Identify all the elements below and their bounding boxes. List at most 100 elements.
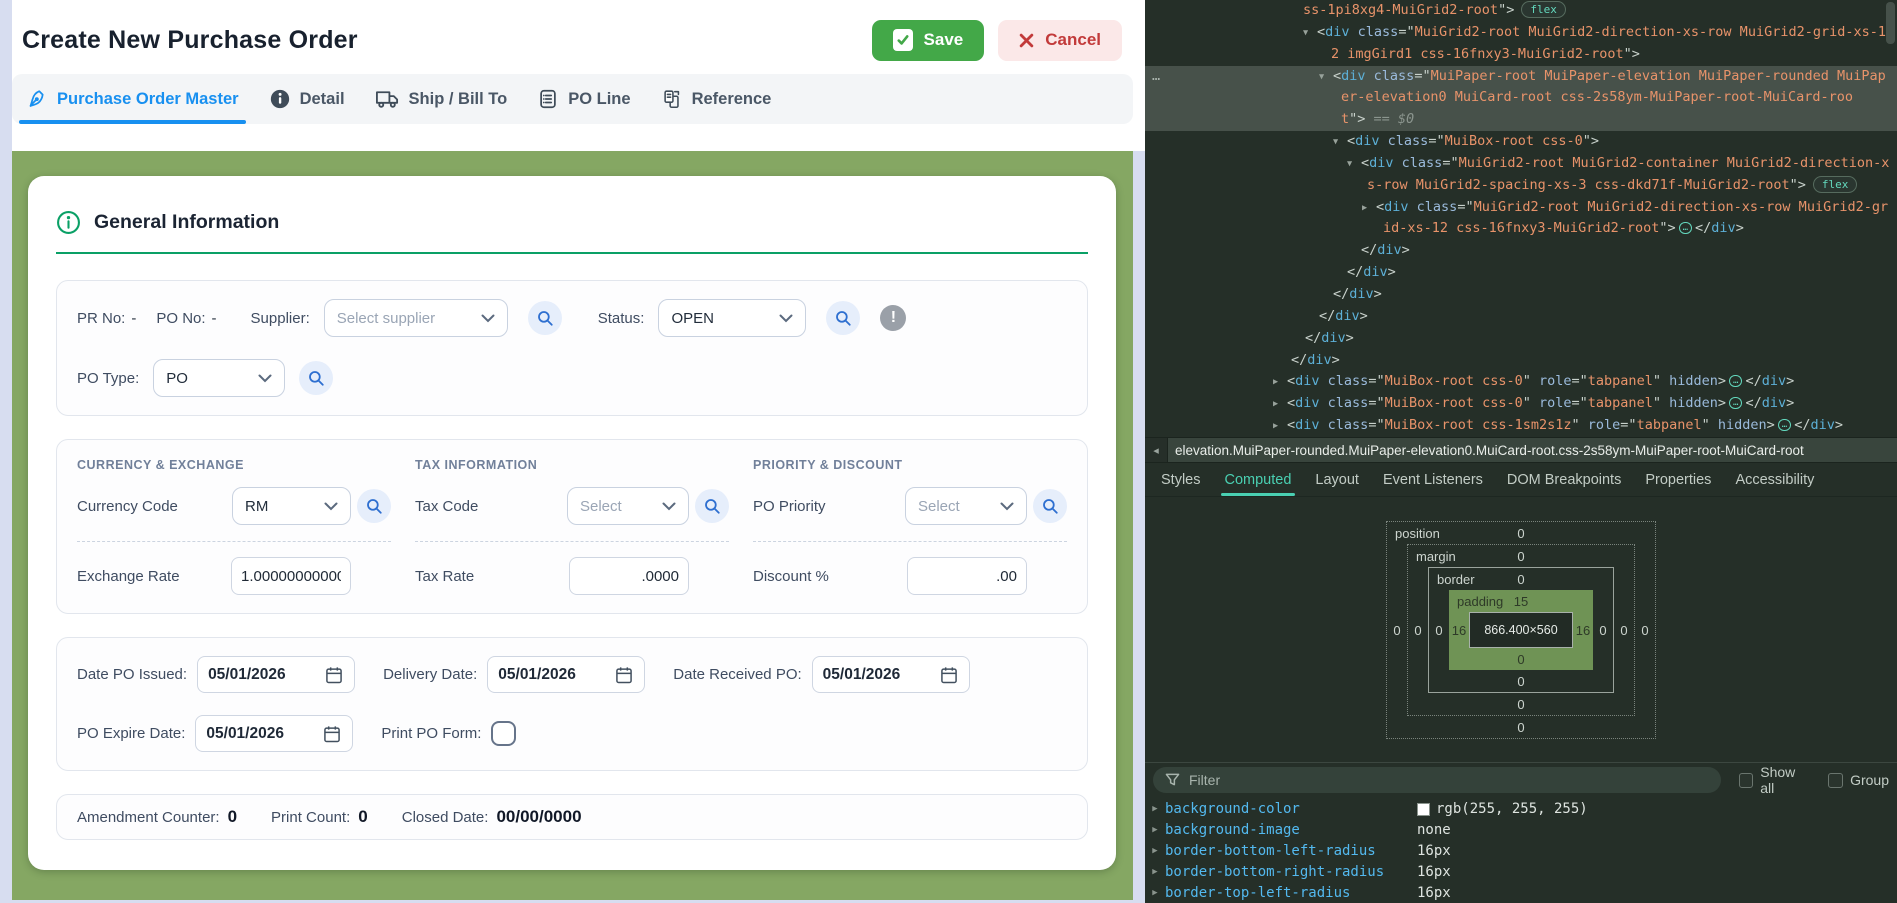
dom-tree-line[interactable]: </div>: [1145, 350, 1897, 372]
computed-property-row[interactable]: ▶border-bottom-left-radius16px: [1145, 841, 1897, 862]
dom-tree-line[interactable]: …▼<div class="MuiPaper-root MuiPaper-ele…: [1145, 66, 1897, 88]
dom-tree-line[interactable]: er-elevation0 MuiCard-root css-2s58ym-Mu…: [1145, 87, 1897, 109]
flex-badge[interactable]: flex: [1813, 176, 1858, 193]
expand-arrow-icon[interactable]: ▶: [1145, 825, 1165, 835]
collapse-arrow-icon[interactable]: ▼: [1347, 154, 1352, 176]
delivery-date-input[interactable]: 05/01/2026: [487, 656, 645, 693]
tab-detail[interactable]: Detail: [269, 74, 345, 124]
tab-purchase-order-master[interactable]: Purchase Order Master: [26, 74, 239, 124]
expand-ellipsis-button[interactable]: …: [1778, 419, 1791, 431]
status-select[interactable]: OPEN: [658, 299, 806, 337]
expand-arrow-icon[interactable]: ▶: [1273, 416, 1278, 437]
computed-property-row[interactable]: ▶background-colorrgb(255, 255, 255): [1145, 799, 1897, 820]
calendar-icon[interactable]: [939, 665, 959, 685]
dom-tree-line[interactable]: ▼<div class="MuiGrid2-root MuiGrid2-cont…: [1145, 153, 1897, 175]
tab-styles[interactable]: Styles: [1149, 463, 1213, 496]
date-received-po-input[interactable]: 05/01/2026: [812, 656, 970, 693]
save-button[interactable]: Save: [872, 20, 985, 61]
breadcrumb-scroll-left-button[interactable]: ◂: [1145, 438, 1168, 462]
tab-layout[interactable]: Layout: [1303, 463, 1371, 496]
supplier-search-button[interactable]: [528, 301, 562, 335]
supplier-select[interactable]: Select supplier: [324, 299, 508, 337]
exchange-rate-input[interactable]: [231, 557, 351, 595]
computed-property-row[interactable]: ▶border-top-left-radius16px: [1145, 882, 1897, 903]
expand-ellipsis-button[interactable]: …: [1729, 375, 1742, 387]
dom-tree-line[interactable]: ▶<div class="MuiBox-root css-1sm2s1z" ro…: [1145, 415, 1897, 437]
code-segment: ": [1572, 417, 1588, 433]
dom-tree-line[interactable]: t"> == $0: [1145, 109, 1897, 131]
code-segment: [1380, 133, 1388, 149]
expand-arrow-icon[interactable]: ▶: [1273, 372, 1278, 394]
collapse-arrow-icon[interactable]: ▼: [1303, 23, 1308, 45]
computed-property-row[interactable]: ▶background-imagenone: [1145, 820, 1897, 841]
dom-tree-line[interactable]: </div>: [1145, 306, 1897, 328]
tax-code-select[interactable]: Select: [567, 487, 689, 525]
expand-arrow-icon[interactable]: ▶: [1145, 846, 1165, 856]
tax-rate-input[interactable]: [569, 557, 689, 595]
box-model-padding[interactable]: padding15 16 866.400×560 16 0: [1449, 590, 1593, 670]
po-type-search-button[interactable]: [299, 361, 333, 395]
tab-event-listeners[interactable]: Event Listeners: [1371, 463, 1495, 496]
status-search-button[interactable]: [826, 301, 860, 335]
tab-accessibility[interactable]: Accessibility: [1723, 463, 1826, 496]
expand-arrow-icon[interactable]: ▶: [1273, 394, 1278, 416]
currency-code-select[interactable]: RM: [232, 487, 351, 525]
date-po-issued-input[interactable]: 05/01/2026: [197, 656, 355, 693]
dom-tree-line[interactable]: ss-1pi8xg4-MuiGrid2-root">flex: [1145, 0, 1897, 22]
dom-tree-line[interactable]: ▶<div class="MuiBox-root css-0" role="ta…: [1145, 371, 1897, 393]
dom-tree-line[interactable]: 2 imgGird1 css-16fnxy3-MuiGrid2-root">: [1145, 44, 1897, 66]
dom-tree-line[interactable]: ▼<div class="MuiGrid2-root MuiGrid2-dire…: [1145, 22, 1897, 44]
tab-dom-breakpoints[interactable]: DOM Breakpoints: [1495, 463, 1633, 496]
expand-ellipsis-button[interactable]: …: [1679, 222, 1692, 234]
dom-tree-line[interactable]: ▼<div class="MuiBox-root css-0">: [1145, 131, 1897, 153]
tab-ship-bill-to[interactable]: Ship / Bill To: [375, 74, 508, 124]
po-priority-search-button[interactable]: [1033, 489, 1067, 523]
box-model-content[interactable]: 866.400×560: [1469, 612, 1573, 648]
expand-arrow-icon[interactable]: ▶: [1145, 867, 1165, 877]
dom-tree-line[interactable]: </div>: [1145, 262, 1897, 284]
dom-tree-line[interactable]: </div>: [1145, 284, 1897, 306]
breadcrumb[interactable]: elevation.MuiPaper-rounded.MuiPaper-elev…: [1168, 443, 1804, 458]
code-segment: er-elevation0 MuiCard-root css-2s58ym-Mu…: [1341, 89, 1853, 105]
box-model-position[interactable]: position0 0 margin0 0 border0 0: [1386, 521, 1656, 739]
tab-reference[interactable]: Reference: [661, 74, 772, 124]
currency-search-button[interactable]: [357, 489, 391, 523]
dom-tree-line[interactable]: s-row MuiGrid2-spacing-xs-3 css-dkd71f-M…: [1145, 175, 1897, 197]
show-all-checkbox[interactable]: [1739, 773, 1753, 788]
po-expire-date-input[interactable]: 05/01/2026: [195, 715, 353, 752]
code-segment: div: [1711, 220, 1735, 236]
po-type-select[interactable]: PO: [153, 359, 285, 397]
color-swatch[interactable]: [1417, 803, 1430, 816]
tab-computed[interactable]: Computed: [1213, 463, 1304, 496]
calendar-icon[interactable]: [322, 724, 342, 744]
dom-tree-line[interactable]: </div>: [1145, 240, 1897, 262]
expand-arrow-icon[interactable]: ▶: [1145, 804, 1165, 814]
collapse-arrow-icon[interactable]: ▼: [1319, 67, 1324, 89]
code-segment: MuiGrid2-root MuiGrid2-container MuiGrid…: [1459, 155, 1890, 171]
group-checkbox[interactable]: [1828, 773, 1843, 788]
tab-po-line[interactable]: PO Line: [537, 74, 630, 124]
flex-badge[interactable]: flex: [1521, 1, 1566, 18]
discount-input[interactable]: [907, 557, 1027, 595]
calendar-icon[interactable]: [324, 665, 344, 685]
filter-input[interactable]: Filter: [1153, 767, 1721, 793]
expand-arrow-icon[interactable]: ▶: [1145, 888, 1165, 898]
calendar-icon[interactable]: [614, 665, 634, 685]
cancel-button[interactable]: Cancel: [998, 20, 1122, 61]
devtools-scrollbar[interactable]: [1886, 2, 1895, 44]
dom-tree-line[interactable]: id-xs-12 css-16fnxy3-MuiGrid2-root">…</d…: [1145, 218, 1897, 240]
expand-ellipsis-button[interactable]: …: [1729, 397, 1742, 409]
box-model-border[interactable]: border0 0 padding15 16 866.400×560 16: [1428, 567, 1614, 693]
dom-tree-line[interactable]: ▶<div class="MuiGrid2-root MuiGrid2-dire…: [1145, 197, 1897, 219]
collapse-arrow-icon[interactable]: ▼: [1333, 132, 1338, 154]
print-po-form-checkbox[interactable]: [491, 721, 516, 746]
tax-code-search-button[interactable]: [695, 489, 729, 523]
expand-arrow-icon[interactable]: ▶: [1362, 198, 1367, 220]
tab-properties[interactable]: Properties: [1633, 463, 1723, 496]
computed-property-row[interactable]: ▶border-bottom-right-radius16px: [1145, 861, 1897, 882]
property-name: background-image: [1165, 822, 1300, 838]
po-priority-select[interactable]: Select: [905, 487, 1027, 525]
dom-tree-line[interactable]: ▶<div class="MuiBox-root css-0" role="ta…: [1145, 393, 1897, 415]
dom-tree-line[interactable]: </div>: [1145, 328, 1897, 350]
box-model-margin[interactable]: margin0 0 border0 0 padding15: [1407, 544, 1635, 716]
